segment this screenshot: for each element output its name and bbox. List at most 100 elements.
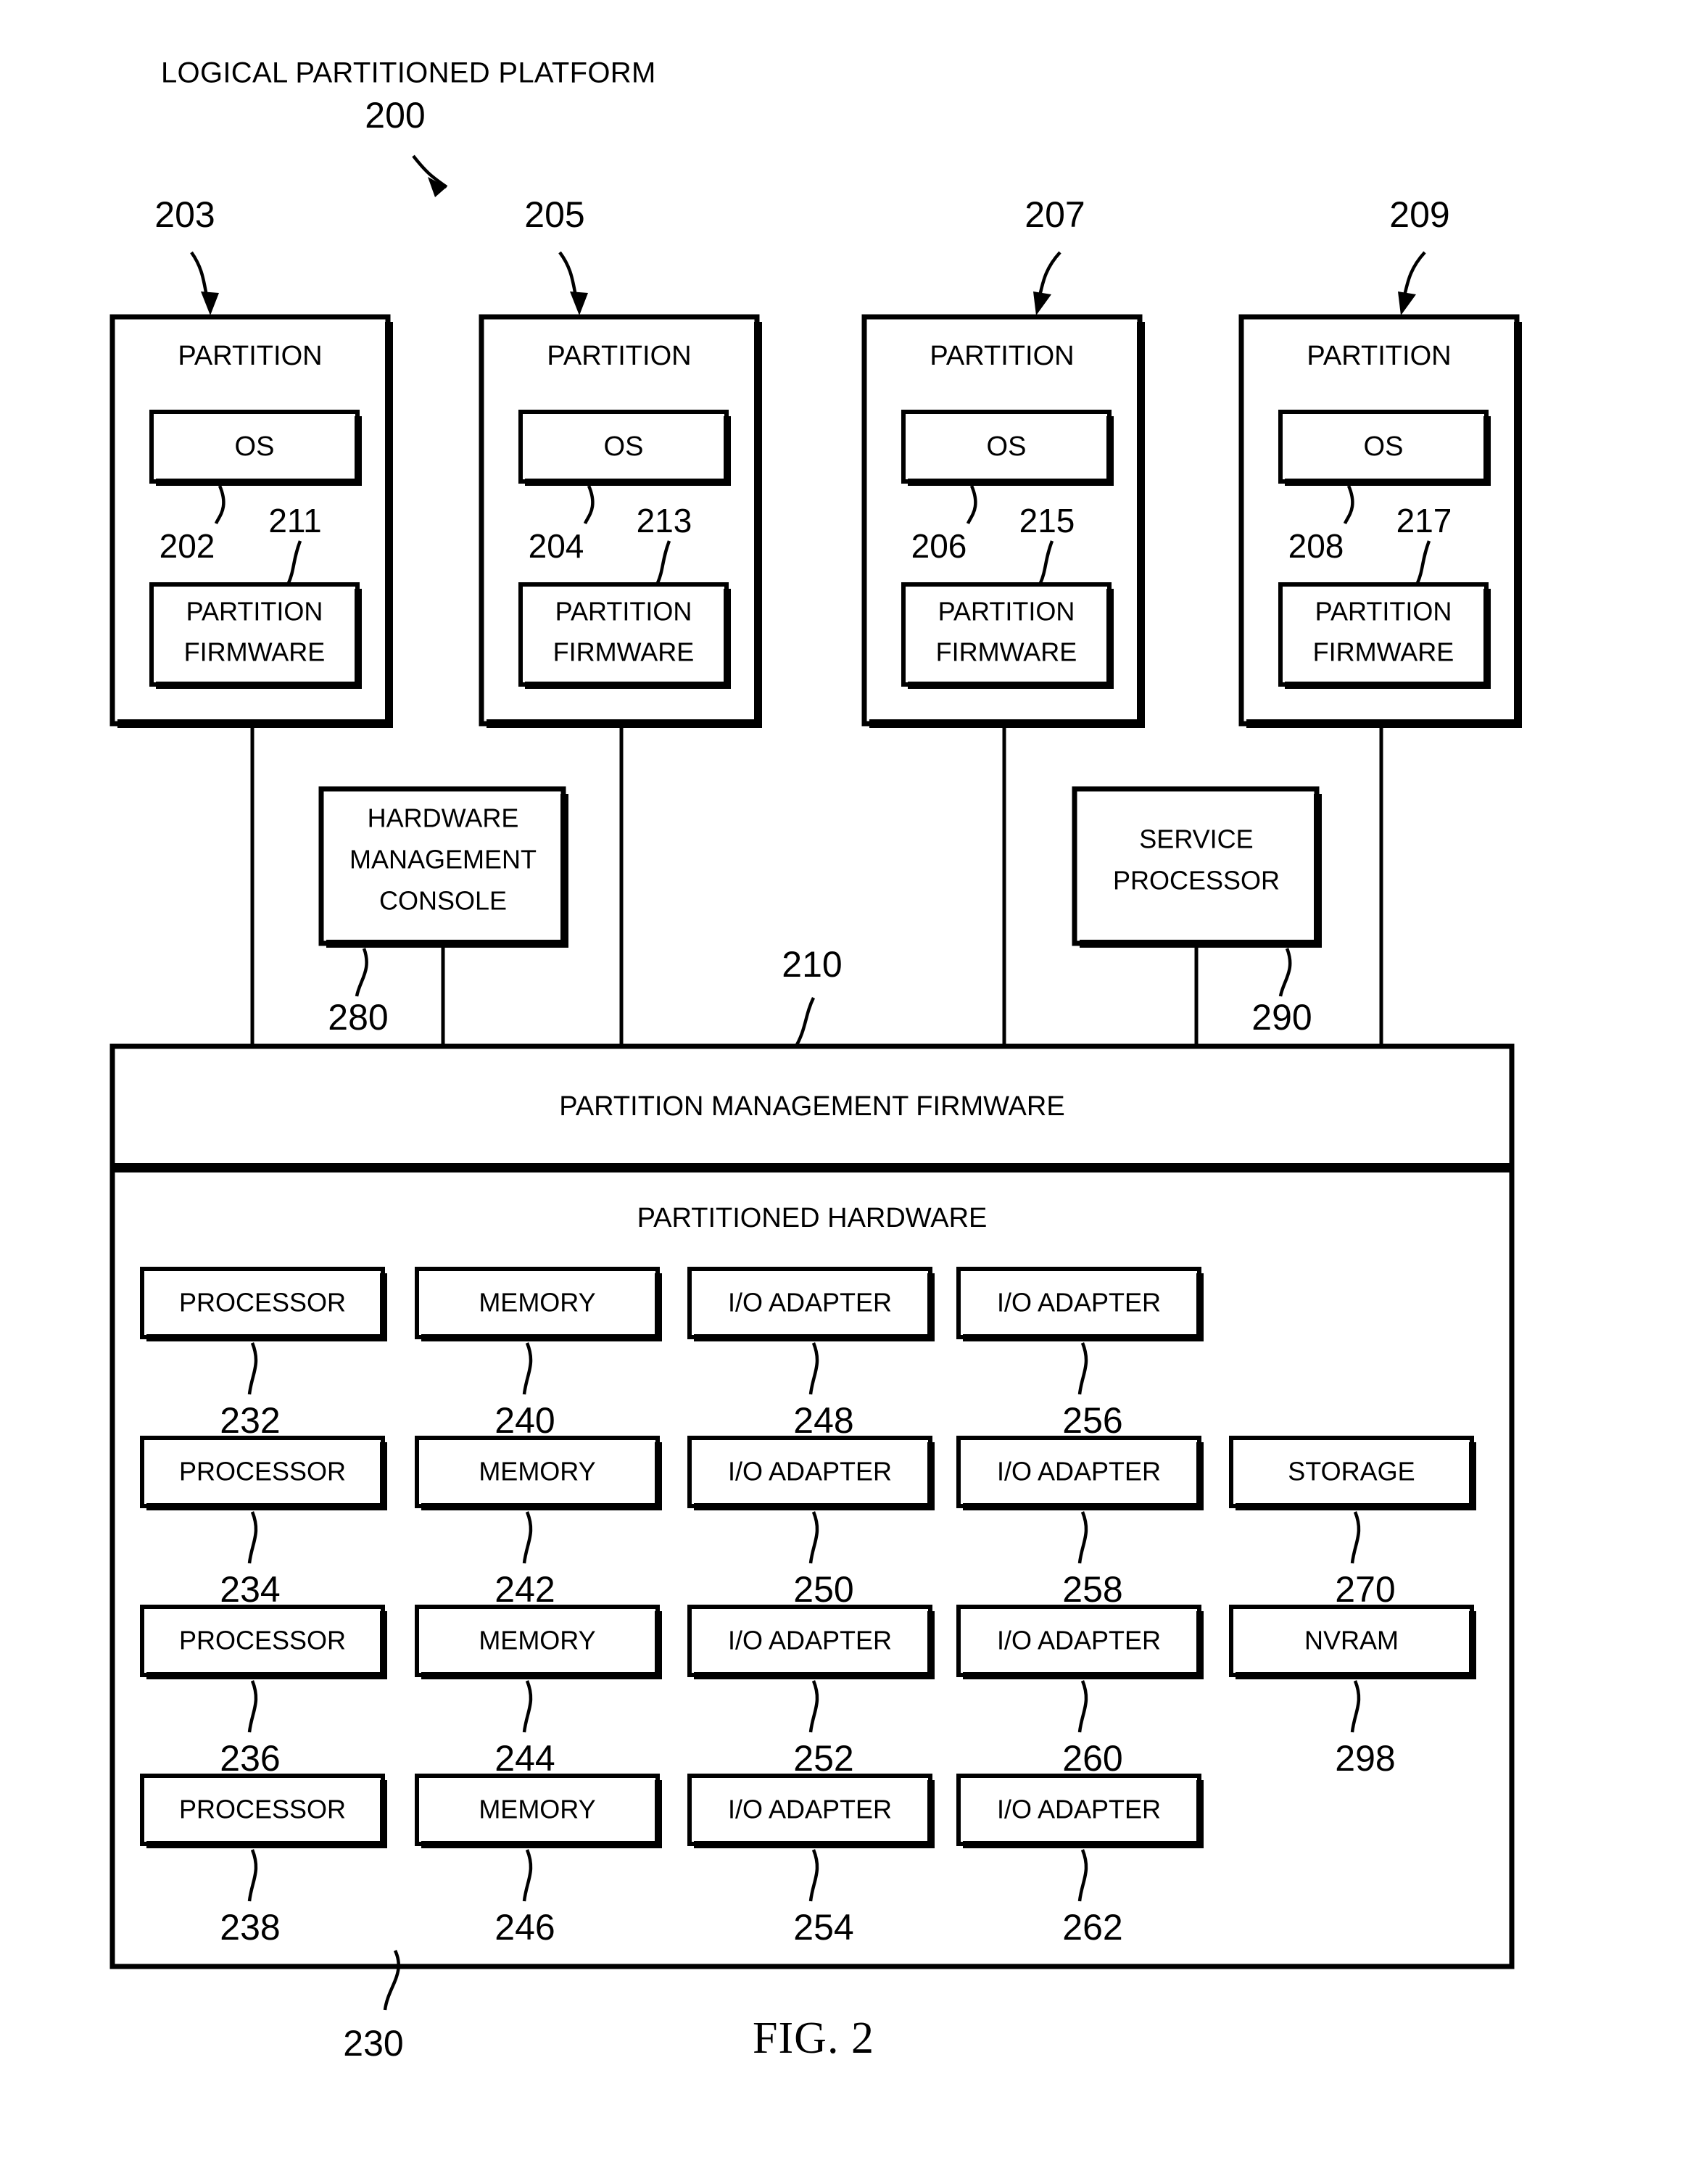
partition-firmware-label-4a: PARTITION — [1315, 597, 1452, 626]
figure-canvas: LOGICAL PARTITIONED PLATFORM 200 203 205… — [109, 57, 1522, 2064]
hw-ref-r3c5: 298 — [1335, 1738, 1395, 1779]
os-shadow-side-2 — [724, 416, 731, 483]
partition-shadow-side-4 — [1514, 322, 1522, 725]
hw-ref-r1c1: 232 — [220, 1400, 280, 1441]
fw-shadow-2 — [525, 682, 731, 689]
hw-ref-r3c1: 236 — [220, 1738, 280, 1779]
partition-label-1: PARTITION — [178, 341, 322, 371]
hardware-cell[interactable]: MEMORY — [415, 1605, 662, 1679]
partition-ref-205: 205 — [524, 194, 584, 235]
hw-ref-r2c1: 234 — [220, 1569, 280, 1610]
partition-box-2[interactable]: PARTITION OS 204 213 PARTITION FIRMWARE — [479, 314, 762, 728]
hmc-shadow-side — [560, 794, 568, 945]
hw-shadow-side-r2c4 — [1196, 1442, 1204, 1507]
hw-label-r2c4: I/O ADAPTER — [997, 1457, 1161, 1486]
hw-label-r4c1: PROCESSOR — [179, 1795, 346, 1824]
fw-shadow-1 — [156, 682, 362, 689]
hw-label-r2c1: PROCESSOR — [179, 1457, 346, 1486]
pmf-leader — [793, 996, 816, 1050]
hw-shadow-r3c4 — [963, 1672, 1204, 1679]
service-processor-label-line2: PROCESSOR — [1113, 866, 1280, 895]
hw-shadow-r2c1 — [146, 1503, 387, 1510]
hardware-cell[interactable]: I/O ADAPTER — [956, 1774, 1204, 1848]
hardware-cell[interactable]: MEMORY — [415, 1774, 662, 1848]
hw-label-r1c3: I/O ADAPTER — [728, 1288, 892, 1318]
os-shadow-side-1 — [355, 416, 362, 483]
hardware-cell[interactable]: PROCESSOR — [140, 1267, 387, 1341]
hw-shadow-side-r3c2 — [655, 1611, 662, 1676]
hmc-label-line2: MANAGEMENT — [349, 845, 537, 874]
hardware-cell[interactable]: PROCESSOR — [140, 1774, 387, 1848]
hardware-cell[interactable]: PROCESSOR — [140, 1436, 387, 1510]
partition-arrow-203 — [201, 291, 219, 315]
hardware-cell[interactable]: I/O ADAPTER — [687, 1267, 935, 1341]
hardware-cell[interactable]: MEMORY — [415, 1267, 662, 1341]
hw-shadow-r1c4 — [963, 1334, 1204, 1341]
hw-label-r3c3: I/O ADAPTER — [728, 1626, 892, 1655]
hw-shadow-r2c4 — [963, 1503, 1204, 1510]
hw-ref-r2c5: 270 — [1335, 1569, 1395, 1610]
hw-shadow-side-r1c4 — [1196, 1273, 1204, 1339]
partition-box-1[interactable]: PARTITION OS 202 211 PARTITION FIRMWARE — [109, 314, 393, 728]
hw-label-r3c5: NVRAM — [1304, 1626, 1399, 1655]
figure-title-ref: 200 — [365, 95, 425, 136]
hw-shadow-r4c4 — [963, 1841, 1204, 1848]
service-processor-shadow — [1080, 940, 1322, 948]
hw-label-r3c1: PROCESSOR — [179, 1626, 346, 1655]
figure-title: LOGICAL PARTITIONED PLATFORM — [161, 57, 656, 89]
hw-shadow-r1c3 — [694, 1334, 935, 1341]
partition-firmware-label-2a: PARTITION — [555, 597, 692, 626]
partition-firmware-label-2b: FIRMWARE — [553, 637, 695, 667]
hw-ref-r3c4: 260 — [1062, 1738, 1122, 1779]
hw-ref-r3c3: 252 — [793, 1738, 853, 1779]
hw-shadow-r2c2 — [421, 1503, 662, 1510]
fw-shadow-4 — [1285, 682, 1491, 689]
fw-shadow-side-3 — [1106, 589, 1114, 686]
hardware-management-console-box[interactable]: HARDWARE MANAGEMENT CONSOLE — [318, 786, 568, 948]
partition-firmware-label-1b: FIRMWARE — [184, 637, 326, 667]
hardware-cell[interactable]: PROCESSOR — [140, 1605, 387, 1679]
os-ref-2: 204 — [529, 527, 584, 565]
hw-shadow-r3c2 — [421, 1672, 662, 1679]
hardware-cell[interactable]: MEMORY — [415, 1436, 662, 1510]
hw-shadow-side-r3c1 — [380, 1611, 387, 1676]
os-label-2: OS — [604, 431, 644, 462]
hardware-cell[interactable]: I/O ADAPTER — [687, 1605, 935, 1679]
hw-shadow-side-r2c2 — [655, 1442, 662, 1507]
hmc-label-line1: HARDWARE — [368, 803, 519, 833]
hardware-cell[interactable]: I/O ADAPTER — [956, 1436, 1204, 1510]
partition-firmware-label-3a: PARTITION — [938, 597, 1075, 626]
hw-label-r4c3: I/O ADAPTER — [728, 1795, 892, 1824]
hw-shadow-side-r3c5 — [1469, 1611, 1476, 1676]
hardware-cell[interactable]: I/O ADAPTER — [687, 1436, 935, 1510]
partition-shadow-side-3 — [1137, 322, 1145, 725]
hw-shadow-r4c1 — [146, 1841, 387, 1848]
service-processor-box[interactable]: SERVICE PROCESSOR — [1072, 786, 1322, 948]
hardware-cell[interactable]: I/O ADAPTER — [956, 1605, 1204, 1679]
partition-arrow-207 — [1033, 291, 1051, 315]
partition-shadow-1 — [117, 719, 393, 728]
hw-shadow-r2c5 — [1236, 1503, 1476, 1510]
hw-label-r2c2: MEMORY — [479, 1457, 595, 1486]
fw-ref-3: 215 — [1019, 502, 1075, 539]
hardware-cell[interactable]: I/O ADAPTER — [687, 1774, 935, 1848]
hw-ref-r2c2: 242 — [494, 1569, 555, 1610]
partition-shadow-4 — [1246, 719, 1522, 728]
hardware-cell[interactable]: NVRAM — [1229, 1605, 1476, 1679]
partition-label-2: PARTITION — [547, 341, 691, 371]
partition-box-4[interactable]: PARTITION OS 208 217 PARTITION FIRMWARE — [1238, 314, 1522, 728]
fw-shadow-side-2 — [724, 589, 731, 686]
hw-label-r2c3: I/O ADAPTER — [728, 1457, 892, 1486]
hw-label-r1c2: MEMORY — [479, 1288, 595, 1318]
partition-leader-205 — [558, 251, 579, 299]
os-ref-4: 208 — [1288, 527, 1344, 565]
hw-ref-r4c1: 238 — [220, 1907, 280, 1948]
partition-box-3[interactable]: PARTITION OS 206 215 PARTITION FIRMWARE — [861, 314, 1145, 728]
hmc-leader — [355, 948, 368, 997]
hw-shadow-side-r4c1 — [380, 1780, 387, 1845]
os-ref-3: 206 — [911, 527, 967, 565]
hardware-cell[interactable]: STORAGE — [1229, 1436, 1476, 1510]
partition-ref-209: 209 — [1389, 194, 1449, 235]
partition-management-firmware-band[interactable]: PARTITION MANAGEMENT FIRMWARE — [109, 1043, 1515, 1170]
hardware-cell[interactable]: I/O ADAPTER — [956, 1267, 1204, 1341]
